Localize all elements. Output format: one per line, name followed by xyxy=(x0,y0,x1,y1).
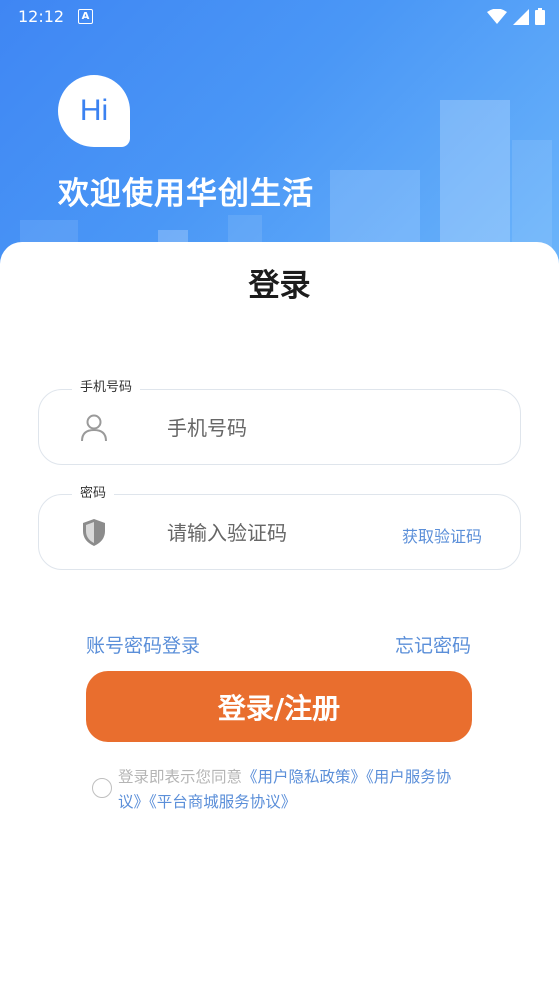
status-bar: 12:12 A xyxy=(0,0,559,32)
welcome-title: 欢迎使用华创生活 xyxy=(58,176,314,212)
status-time: 12:12 xyxy=(18,7,65,26)
wifi-icon xyxy=(487,8,507,24)
phone-input[interactable] xyxy=(165,410,389,446)
battery-icon xyxy=(535,8,545,25)
login-register-button[interactable]: 登录/注册 xyxy=(86,671,472,742)
agreement-checkbox[interactable] xyxy=(92,778,112,798)
shield-icon xyxy=(83,519,105,546)
code-label: 密码 xyxy=(72,482,115,501)
status-icons xyxy=(487,8,545,25)
notification-icon: A xyxy=(78,9,93,24)
hi-bubble-text: Hi xyxy=(79,94,109,127)
phone-label: 手机号码 xyxy=(72,376,141,395)
hi-bubble-logo: Hi xyxy=(58,75,130,147)
mall-agreement-link[interactable]: 《平台商城服务协议》 xyxy=(149,793,296,811)
signal-icon xyxy=(513,8,529,25)
login-card xyxy=(0,242,559,988)
account-password-login-link[interactable]: 账号密码登录 xyxy=(86,631,200,658)
user-icon xyxy=(81,414,107,442)
code-field[interactable]: 获取验证码 xyxy=(38,494,521,570)
agreement-text: 登录即表示您同意《用户隐私政策》《用户服务协议》《平台商城服务协议》 xyxy=(118,765,470,815)
forgot-password-link[interactable]: 忘记密码 xyxy=(395,631,471,658)
phone-field[interactable] xyxy=(38,389,521,465)
get-code-button[interactable]: 获取验证码 xyxy=(402,523,482,547)
code-input[interactable] xyxy=(165,515,389,551)
page-title: 登录 xyxy=(248,268,311,304)
privacy-policy-link[interactable]: 《用户隐私政策》 xyxy=(242,768,366,786)
agreement-prefix: 登录即表示您同意 xyxy=(118,768,243,786)
